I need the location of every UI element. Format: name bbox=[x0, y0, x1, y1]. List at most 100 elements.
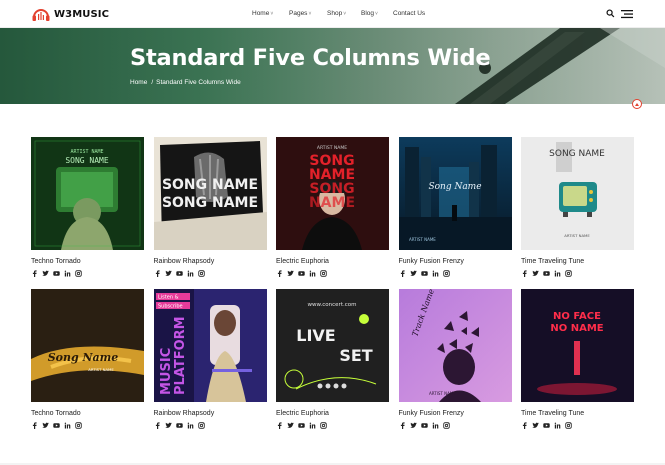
twitter-icon[interactable] bbox=[164, 270, 172, 277]
album-title[interactable]: Funky Fusion Frenzy bbox=[399, 258, 464, 265]
instagram-icon[interactable] bbox=[442, 270, 450, 277]
linkedin-icon[interactable] bbox=[64, 270, 71, 277]
twitter-icon[interactable] bbox=[164, 422, 172, 429]
breadcrumb-home[interactable]: Home bbox=[130, 79, 147, 86]
nav-item-blog[interactable]: Blog˅ bbox=[361, 10, 378, 18]
facebook-icon[interactable] bbox=[521, 270, 528, 277]
chevron-down-icon: ˅ bbox=[343, 11, 347, 17]
linkedin-icon[interactable] bbox=[187, 270, 194, 277]
instagram-icon[interactable] bbox=[565, 422, 572, 429]
instagram-icon[interactable] bbox=[75, 422, 82, 429]
album-title[interactable]: Electric Euphoria bbox=[276, 410, 329, 417]
nav-item-pages[interactable]: Pages˅ bbox=[289, 10, 311, 18]
youtube-icon[interactable] bbox=[420, 270, 428, 277]
social-links bbox=[521, 422, 576, 429]
album-cover[interactable]: SONG NAME ARTIST NAME bbox=[521, 137, 634, 250]
album-cover[interactable]: Track Name ARTIST NAME bbox=[398, 289, 512, 402]
cover-text: NAME bbox=[309, 195, 355, 211]
instagram-icon[interactable] bbox=[442, 422, 450, 429]
album-title[interactable]: Time Traveling Tune bbox=[521, 258, 584, 265]
youtube-icon[interactable] bbox=[53, 422, 60, 429]
cover-text: Subscribe bbox=[158, 304, 183, 310]
twitter-icon[interactable] bbox=[287, 270, 294, 277]
social-links bbox=[276, 270, 331, 277]
youtube-icon[interactable] bbox=[298, 422, 305, 429]
nav-item-shop[interactable]: Shop˅ bbox=[327, 10, 346, 18]
linkedin-icon[interactable] bbox=[309, 422, 316, 429]
page-title: Standard Five Columns Wide bbox=[130, 45, 491, 71]
album-title[interactable]: Time Traveling Tune bbox=[521, 410, 584, 417]
twitter-icon[interactable] bbox=[42, 422, 49, 429]
linkedin-icon[interactable] bbox=[309, 270, 316, 277]
social-links bbox=[154, 422, 209, 429]
album-cover[interactable]: SONG NAME SONG NAME bbox=[153, 137, 267, 250]
youtube-icon[interactable] bbox=[298, 270, 305, 277]
menu-icon[interactable] bbox=[621, 9, 633, 19]
album-title[interactable]: Techno Tornado bbox=[31, 258, 81, 265]
twitter-icon[interactable] bbox=[532, 422, 539, 429]
nav-item-home[interactable]: Home˅ bbox=[252, 10, 273, 18]
album-title[interactable]: Techno Tornado bbox=[31, 410, 81, 417]
twitter-icon[interactable] bbox=[409, 422, 417, 429]
facebook-icon[interactable] bbox=[276, 270, 283, 277]
linkedin-icon[interactable] bbox=[554, 422, 561, 429]
cover-text: PLATFORM bbox=[173, 316, 188, 395]
youtube-icon[interactable] bbox=[543, 270, 550, 277]
cover-text: ARTIST NAME bbox=[409, 237, 436, 242]
album-cover[interactable]: ARTIST NAME SONG NAME SONG NAME bbox=[276, 137, 389, 250]
instagram-icon[interactable] bbox=[320, 422, 327, 429]
twitter-icon[interactable] bbox=[287, 422, 294, 429]
youtube-icon[interactable] bbox=[420, 422, 428, 429]
main-nav: Home˅ Pages˅ Shop˅ Blog˅ Contact Us bbox=[0, 0, 665, 28]
album-title[interactable]: Rainbow Rhapsody bbox=[154, 410, 215, 417]
facebook-icon[interactable] bbox=[154, 270, 161, 277]
facebook-icon[interactable] bbox=[31, 270, 38, 277]
youtube-icon[interactable] bbox=[175, 270, 183, 277]
instagram-icon[interactable] bbox=[197, 422, 205, 429]
youtube-icon[interactable] bbox=[175, 422, 183, 429]
album-cover[interactable]: NO FACE NO NAME bbox=[521, 289, 634, 402]
page-banner: Standard Five Columns Wide Home / Standard… bbox=[0, 28, 665, 104]
album-title[interactable]: Funky Fusion Frenzy bbox=[399, 410, 464, 417]
linkedin-icon[interactable] bbox=[64, 422, 71, 429]
album-cover[interactable]: ARTIST NAME SONG NAME bbox=[31, 137, 144, 250]
cover-text: SONG NAME bbox=[549, 149, 605, 159]
album-cover[interactable]: Listen & Subscribe MUSIC PLATFORM bbox=[153, 289, 267, 402]
facebook-icon[interactable] bbox=[521, 422, 528, 429]
facebook-icon[interactable] bbox=[399, 270, 406, 277]
album-title[interactable]: Rainbow Rhapsody bbox=[154, 258, 215, 265]
twitter-icon[interactable] bbox=[42, 270, 49, 277]
cover-text: SET bbox=[339, 346, 372, 365]
linkedin-icon[interactable] bbox=[432, 270, 439, 277]
cover-text: NO FACE bbox=[553, 311, 601, 322]
instagram-icon[interactable] bbox=[75, 270, 82, 277]
cover-text: Song Name bbox=[48, 351, 119, 364]
social-links bbox=[399, 270, 454, 277]
album-cover[interactable]: Song Name ARTIST NAME bbox=[31, 289, 144, 402]
facebook-icon[interactable] bbox=[276, 422, 283, 429]
facebook-icon[interactable] bbox=[154, 422, 161, 429]
twitter-icon[interactable] bbox=[532, 270, 539, 277]
linkedin-icon[interactable] bbox=[554, 270, 561, 277]
scroll-indicator-icon[interactable] bbox=[632, 99, 642, 109]
breadcrumb-separator: / bbox=[151, 79, 154, 86]
instagram-icon[interactable] bbox=[197, 270, 205, 277]
social-links bbox=[31, 422, 86, 429]
album-cover[interactable]: www.concert.com LIVE SET bbox=[276, 289, 389, 402]
linkedin-icon[interactable] bbox=[187, 422, 194, 429]
site-header: W3MUSIC Home˅ Pages˅ Shop˅ Blog˅ Contact… bbox=[0, 0, 665, 28]
search-icon[interactable] bbox=[606, 9, 615, 18]
instagram-icon[interactable] bbox=[320, 270, 327, 277]
cover-text: ARTIST NAME bbox=[429, 391, 456, 396]
youtube-icon[interactable] bbox=[53, 270, 60, 277]
youtube-icon[interactable] bbox=[543, 422, 550, 429]
twitter-icon[interactable] bbox=[409, 270, 417, 277]
facebook-icon[interactable] bbox=[399, 422, 406, 429]
facebook-icon[interactable] bbox=[31, 422, 38, 429]
nav-item-contact[interactable]: Contact Us bbox=[393, 10, 425, 18]
album-cover[interactable]: Song Name ARTIST NAME bbox=[398, 137, 512, 250]
chevron-down-icon: ˅ bbox=[308, 11, 312, 17]
album-title[interactable]: Electric Euphoria bbox=[276, 258, 329, 265]
linkedin-icon[interactable] bbox=[432, 422, 439, 429]
instagram-icon[interactable] bbox=[565, 270, 572, 277]
